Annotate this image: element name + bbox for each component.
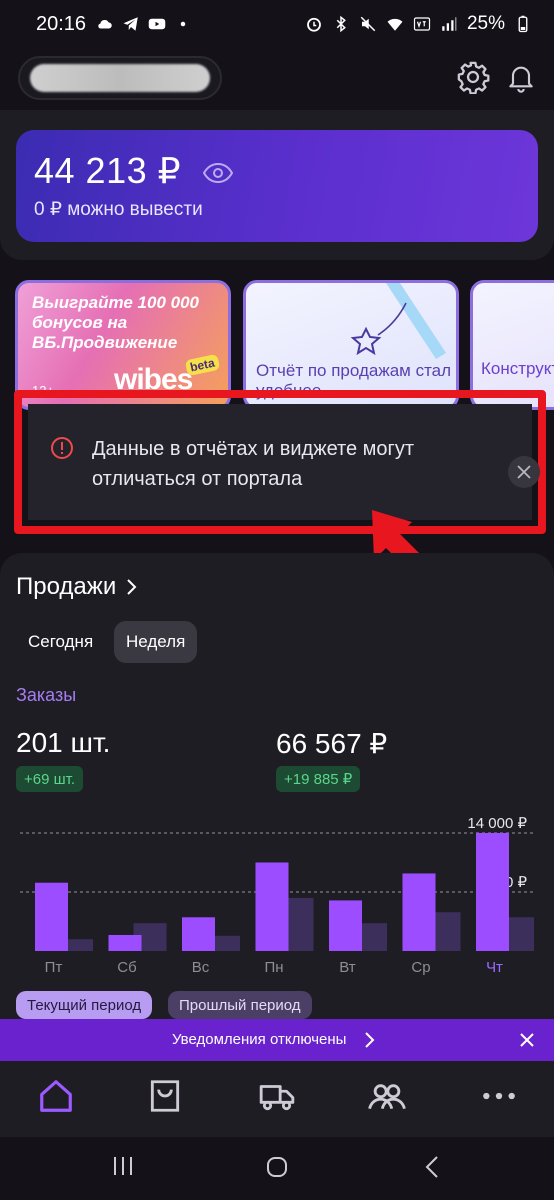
orders-count-delta: +69 шт. [16,766,84,792]
info-icon [51,437,73,459]
battery-icon [518,15,528,33]
withdrawable-amount: 0 ₽ можно вывести [34,199,203,220]
dot-icon [180,21,186,27]
bar-current-period [402,873,436,951]
home-button-icon[interactable] [265,1155,289,1179]
chevron-right-icon [127,579,137,595]
beta-badge: beta [184,353,220,377]
system-navigation [0,1137,554,1200]
blurred-account-name [30,64,210,92]
y-tick-label: 14 000 ₽ [467,815,527,832]
close-icon [517,465,531,479]
x-tick-label: Вт [339,959,356,976]
orders-sum: 66 567 ₽ [276,728,388,759]
x-tick-label: Пт [45,959,63,976]
users-icon[interactable] [368,1077,406,1115]
x-tick-label: Чт [486,959,503,976]
bar-current-period [182,917,215,951]
telegram-icon [123,17,138,31]
signal-icon [442,17,457,31]
tab-week[interactable]: Неделя [114,621,198,663]
gear-icon[interactable] [456,60,490,94]
x-tick-label: Сб [117,959,136,976]
bar-current-period [255,862,289,951]
orders-bar-chart: 7 000 ₽14 000 ₽ПтСбВсПнВтСрЧт [20,815,534,976]
tab-today[interactable]: Сегодня [16,621,105,663]
close-notice-button[interactable] [508,456,540,488]
x-tick-label: Пн [264,959,283,976]
close-icon[interactable] [518,1031,536,1049]
x-tick-label: Ср [411,959,430,976]
bar-current-period [476,833,509,951]
top-bar [0,52,554,108]
bag-icon[interactable] [146,1077,184,1115]
promo-title: Конструктор тарифов [481,359,554,378]
star-illustration [350,283,446,359]
notifications-disabled-text: Уведомления отключены [172,1031,347,1048]
promo-title: Выиграйте 100 000 бонусов на ВБ.Продвиже… [32,293,199,352]
sales-title: Продажи [16,573,117,600]
sales-section: Продажи Сегодня Неделя Заказы 201 шт. 66… [0,553,554,1033]
bluetooth-icon [336,15,346,33]
orders-count: 201 шт. [16,727,111,758]
data-discrepancy-notice: Данные в отчётах и виджете могут отличат… [14,390,546,540]
eye-icon[interactable] [202,162,234,184]
account-switcher[interactable] [18,56,222,100]
youtube-icon [148,18,166,30]
legend-previous-period[interactable]: Прошлый период [168,991,312,1019]
legend-current-period[interactable]: Текущий период [16,991,153,1019]
balance-amount: 44 213 ₽ [34,150,182,191]
volte-icon [413,17,431,31]
x-tick-label: Вс [192,959,210,976]
balance-card[interactable]: 44 213 ₽ 0 ₽ можно вывести [16,130,538,242]
more-icon[interactable] [480,1077,518,1115]
alarm-icon [307,17,321,32]
wifi-icon [387,18,403,31]
status-time: 20:16 [36,12,87,35]
bottom-tab-bar [0,1061,554,1137]
bar-current-period [329,900,362,951]
bell-icon[interactable] [505,60,537,94]
notifications-disabled-banner[interactable]: Уведомления отключены [0,1019,554,1061]
status-bar: 20:16 25% [0,0,554,48]
back-icon[interactable] [424,1155,440,1179]
orders-label: Заказы [16,685,77,705]
truck-icon[interactable] [258,1077,296,1115]
recent-apps-icon[interactable] [112,1155,134,1177]
bar-current-period [108,934,142,951]
sales-heading[interactable]: Продажи [16,573,138,601]
battery-level: 25% [466,13,505,34]
bar-current-period [35,882,68,951]
balance-section: 44 213 ₽ 0 ₽ можно вывести [0,110,554,260]
notice-text: Данные в отчётах и виджете могут отличат… [92,438,414,490]
cloud-icon [98,19,112,29]
chevron-right-icon [365,1032,375,1048]
mute-icon [360,16,376,32]
home-icon[interactable] [37,1077,75,1115]
orders-sum-delta: +19 885 ₽ [276,766,361,792]
